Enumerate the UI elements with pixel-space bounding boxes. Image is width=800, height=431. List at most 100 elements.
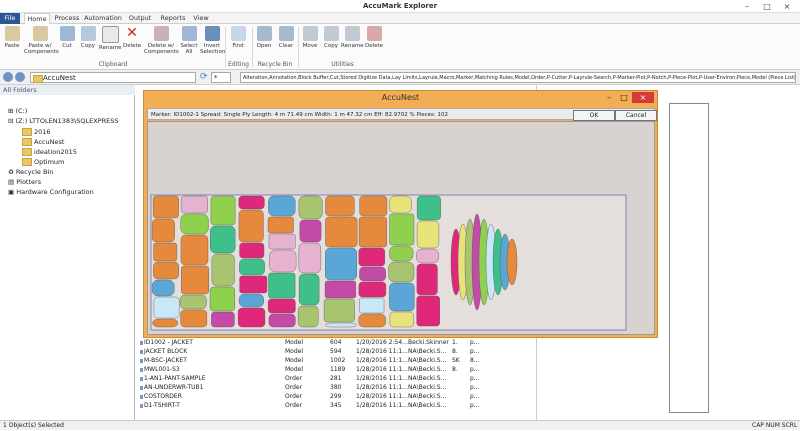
cell-owner: NA\Becki.S... — [408, 402, 447, 409]
recycle-clear-button[interactable]: Clear — [276, 26, 296, 60]
cell-name: 1-AN1-PANT-SAMPLE — [144, 375, 206, 382]
tab-file[interactable]: File — [0, 13, 20, 24]
marker-piece — [416, 220, 440, 249]
file-icon — [140, 368, 143, 372]
tab-output[interactable]: Output — [126, 13, 154, 24]
copy-button[interactable]: Copy — [78, 26, 98, 60]
util-delete-button[interactable]: Delete — [364, 26, 384, 60]
marker-piece — [209, 286, 235, 312]
tab-reports[interactable]: Reports — [158, 13, 188, 24]
tree-item-c-drive[interactable]: ⊞ (C:) — [8, 107, 27, 115]
refresh-icon[interactable]: ⟳ — [200, 72, 209, 83]
copy-icon — [80, 26, 96, 41]
dialog-minimize-icon[interactable]: – — [602, 92, 616, 103]
cancel-button[interactable]: Cancel — [615, 110, 657, 121]
marker-canvas[interactable] — [147, 121, 655, 335]
preview-frame — [669, 103, 709, 413]
delete-components-icon — [153, 26, 169, 41]
marker-piece — [297, 305, 319, 328]
recycle-open-button[interactable]: Open — [254, 26, 274, 60]
table-row[interactable]: AN-UNDERWR-TUB1 Order 380 1/28/2016 11:1...… — [140, 384, 535, 393]
tree-item-optimum[interactable]: Optimum — [22, 158, 64, 166]
marker-piece — [416, 295, 440, 327]
tab-automation[interactable]: Automation — [84, 13, 122, 24]
cell-owner: NA\Becki.S... — [408, 375, 447, 382]
marker-piece — [153, 296, 180, 319]
marker-piece — [152, 318, 179, 328]
cell-date: 1/28/2016 11:1... — [356, 357, 408, 364]
cell-date: 1/28/2016 11:1... — [356, 366, 408, 373]
copy-util-icon — [323, 26, 339, 41]
tree-item-accunest[interactable]: AccuNest — [22, 138, 64, 146]
cell-size: 345 — [330, 402, 342, 409]
type-filter-list[interactable]: Alteration,Annotation,Block Buffer,Cut,S… — [240, 72, 796, 83]
marker-piece — [298, 273, 320, 306]
find-button[interactable]: Find — [227, 26, 249, 60]
invert-selection-icon — [204, 26, 220, 41]
tab-process[interactable]: Process — [52, 13, 82, 24]
tree-item-plotters[interactable]: ▤ Plotters — [8, 178, 41, 186]
file-icon — [140, 359, 143, 363]
cell-size: 299 — [330, 393, 342, 400]
back-icon[interactable] — [3, 72, 13, 82]
util-rename-button[interactable]: Rename — [341, 26, 364, 60]
util-move-button[interactable]: Move — [300, 26, 320, 60]
location-field[interactable]: AccuNest — [30, 72, 196, 83]
table-row[interactable]: D1-TSHIRT-T Order 345 1/28/2016 11:1... NA\B… — [140, 402, 535, 411]
marker-piece — [359, 297, 385, 314]
table-row[interactable]: 1-AN1-PANT-SAMPLE Order 281 1/28/2016 11:1.… — [140, 375, 535, 384]
ok-button[interactable]: OK — [573, 110, 615, 121]
marker-piece — [180, 213, 209, 235]
cell-type: Order — [285, 384, 303, 391]
marker-piece — [359, 195, 388, 217]
delete-with-components-button[interactable]: Delete w/ Components — [144, 26, 179, 60]
marker-piece — [151, 218, 175, 243]
forward-icon[interactable] — [15, 72, 25, 82]
table-row[interactable]: COSTORDER Order 299 1/28/2016 11:1... NA\Bec… — [140, 393, 535, 402]
cell-c2: p... — [470, 384, 480, 391]
marker-piece — [325, 195, 355, 217]
tab-view[interactable]: View — [190, 13, 212, 24]
minimize-icon[interactable]: – — [738, 1, 756, 12]
table-row[interactable]: ID1002 - JACKET Model 604 1/20/2016 2:54...… — [140, 339, 535, 348]
file-icon — [140, 386, 143, 390]
filter-field[interactable]: * — [211, 72, 231, 83]
invert-selection-button[interactable]: Invert Selection — [200, 26, 225, 60]
rename-button[interactable]: Rename — [99, 26, 122, 60]
paste-with-components-button[interactable]: Paste w/ Components — [24, 26, 59, 60]
tree-item-ideation2015[interactable]: ideation2015 — [22, 148, 77, 156]
dialog-close-icon[interactable]: × — [632, 92, 654, 103]
cell-date: 1/28/2016 11:1... — [356, 384, 408, 391]
table-row[interactable]: M-BSC-JACKET Model 1002 1/28/2016 11:1... NA… — [140, 357, 535, 366]
cell-size: 281 — [330, 375, 342, 382]
marker-piece — [238, 293, 264, 308]
delete-button[interactable]: ✕ Delete — [122, 26, 142, 60]
marker-piece — [325, 247, 357, 281]
cell-date: 1/20/2016 2:54... — [356, 339, 408, 346]
paste-components-icon — [32, 26, 48, 41]
cell-name: MWL001-S3 — [144, 366, 180, 373]
marker-piece — [181, 265, 209, 295]
tree-item-recycle-bin[interactable]: ♻ Recycle Bin — [8, 168, 53, 176]
marker-piece — [210, 225, 236, 254]
table-row[interactable]: MWL001-S3 Model 1189 1/28/2016 11:1... NA\Be… — [140, 366, 535, 375]
maximize-icon[interactable]: □ — [758, 1, 776, 12]
cell-c2: p... — [470, 393, 480, 400]
select-all-button[interactable]: Select All — [180, 26, 198, 60]
util-copy-button[interactable]: Copy — [322, 26, 340, 60]
cell-owner: NA\Becki.S... — [408, 366, 447, 373]
marker-piece — [180, 309, 208, 328]
paste-button[interactable]: Paste — [2, 26, 22, 60]
dialog-maximize-icon[interactable]: □ — [617, 92, 631, 103]
tree-item-hardware[interactable]: ▣ Hardware Configuration — [8, 188, 94, 196]
table-row[interactable]: JACKET BLOCK Model 594 1/28/2016 11:1... NA\… — [140, 348, 535, 357]
close-icon[interactable]: × — [778, 1, 796, 12]
marker-piece — [389, 282, 415, 312]
cut-button[interactable]: Cut — [58, 26, 76, 60]
folder-tree-header: All Folders — [0, 85, 135, 95]
marker-piece — [416, 248, 439, 264]
tree-item-2016[interactable]: 2016 — [22, 128, 51, 136]
tree-item-z-drive[interactable]: ⊟ (Z:) LTTOLEN1383\SQLEXPRESS — [8, 117, 119, 125]
marker-piece — [268, 313, 296, 328]
folder-icon — [22, 128, 32, 136]
